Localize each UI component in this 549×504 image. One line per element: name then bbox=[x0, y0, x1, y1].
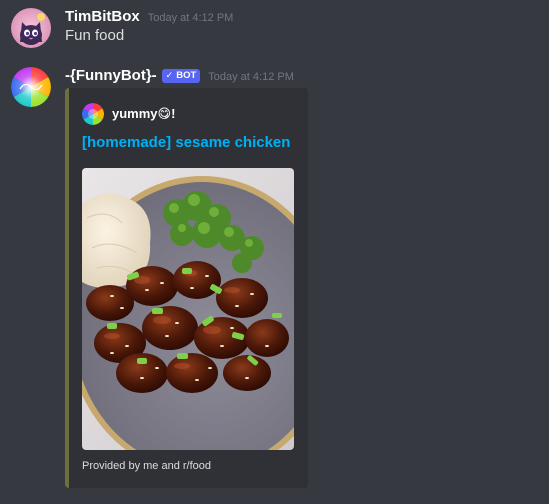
embed-title-link[interactable]: [homemade] sesame chicken bbox=[82, 134, 290, 151]
timestamp[interactable]: Today at 4:12 PM bbox=[148, 12, 234, 24]
rainbow-circle-icon bbox=[82, 103, 104, 125]
sesame-chicken-photo[interactable] bbox=[82, 168, 294, 450]
username[interactable]: -{FunnyBot}- bbox=[65, 67, 157, 84]
checkmark-icon: ✓ bbox=[165, 70, 174, 80]
message-content: Fun food bbox=[65, 27, 125, 44]
message-1: TimBitBox Today at 4:12 PM Fun food bbox=[0, 0, 549, 60]
embed-author-name: yummy😋! bbox=[112, 106, 176, 121]
message-header: TimBitBox Today at 4:12 PM bbox=[65, 8, 233, 25]
message-header: -{FunnyBot}- ✓ BOT Today at 4:12 PM bbox=[65, 67, 294, 85]
rainbow-logo-avatar-icon[interactable] bbox=[11, 67, 51, 107]
cat-avatar-icon[interactable] bbox=[11, 8, 51, 48]
username[interactable]: TimBitBox bbox=[65, 8, 140, 25]
bot-tag: ✓ BOT bbox=[161, 68, 201, 83]
timestamp[interactable]: Today at 4:12 PM bbox=[208, 71, 294, 83]
embed: yummy😋! [homemade] sesame chicken Provid… bbox=[65, 88, 308, 488]
bot-tag-label: BOT bbox=[176, 70, 197, 81]
embed-author: yummy😋! bbox=[82, 103, 175, 125]
embed-footer: Provided by me and r/food bbox=[82, 460, 212, 472]
